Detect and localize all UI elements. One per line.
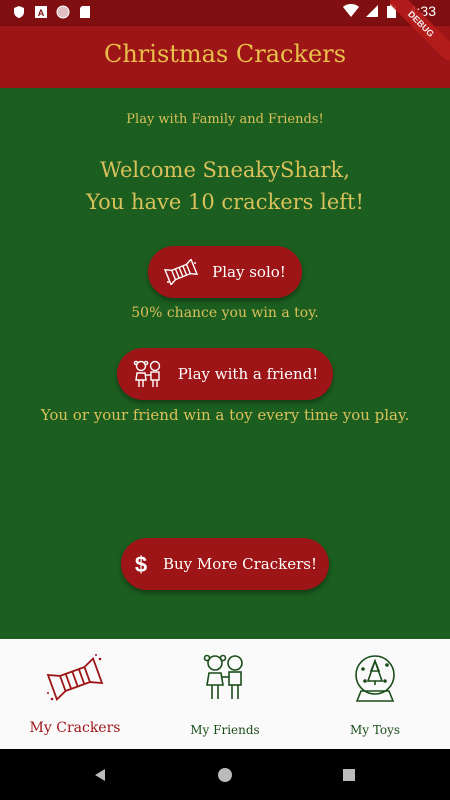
welcome-line-1: Welcome SneakyShark, xyxy=(100,158,350,182)
wifi-icon xyxy=(342,4,359,18)
home-icon xyxy=(218,767,232,782)
play-solo-button[interactable]: Play solo! xyxy=(148,246,302,298)
snow-globe-icon xyxy=(355,655,395,702)
buy-more-crackers-label: Buy More Crackers! xyxy=(163,555,317,573)
shield-icon xyxy=(12,4,26,18)
sd-card-icon xyxy=(78,4,92,18)
debug-banner: DEBUG xyxy=(390,0,450,60)
svg-text:A: A xyxy=(38,8,45,18)
welcome-message: Welcome SneakyShark, You have 10 cracker… xyxy=(0,154,450,218)
back-button[interactable] xyxy=(70,749,130,800)
play-with-friend-button[interactable]: Play with a friend! xyxy=(117,348,333,400)
a-icon: A xyxy=(34,4,48,18)
circle-icon xyxy=(56,4,70,19)
nav-label-my-toys: My Toys xyxy=(349,723,401,737)
cracker-icon xyxy=(46,654,104,702)
system-navigation-bar xyxy=(0,749,450,800)
play-solo-label: Play solo! xyxy=(212,263,286,281)
svg-text:$: $ xyxy=(135,552,147,576)
recents-icon xyxy=(343,768,355,781)
tagline: Play with Family and Friends! xyxy=(126,112,324,127)
app-bar: Christmas Crackers xyxy=(0,26,450,88)
nav-item-my-toys[interactable]: My Toys xyxy=(300,639,450,749)
bottom-navigation: My Crackers My Friends My Toys xyxy=(0,639,450,749)
dollar-icon: $ xyxy=(133,552,149,576)
friends-icon xyxy=(203,654,243,699)
back-icon xyxy=(95,768,105,781)
signal-icon xyxy=(365,4,379,18)
solo-hint: 50% chance you win a toy. xyxy=(131,305,319,321)
recents-button[interactable] xyxy=(319,749,379,800)
friend-hint: You or your friend win a toy every time … xyxy=(40,406,410,424)
app-title: Christmas Crackers xyxy=(103,40,347,68)
welcome-line-2: You have 10 crackers left! xyxy=(86,190,364,214)
nav-label-my-friends: My Friends xyxy=(190,723,260,737)
home-button[interactable] xyxy=(195,749,255,800)
friends-icon xyxy=(132,359,164,389)
debug-banner-label: DEBUG xyxy=(390,0,450,60)
nav-item-my-crackers[interactable]: My Crackers xyxy=(0,639,150,749)
cracker-icon xyxy=(164,259,199,285)
status-bar: A 4:33 xyxy=(0,0,450,26)
main-content: Play with Family and Friends! Welcome Sn… xyxy=(0,88,450,639)
buy-more-crackers-button[interactable]: $ Buy More Crackers! xyxy=(121,538,329,590)
play-with-friend-label: Play with a friend! xyxy=(177,365,319,383)
nav-label-my-crackers: My Crackers xyxy=(29,720,121,736)
nav-item-my-friends[interactable]: My Friends xyxy=(150,639,300,749)
